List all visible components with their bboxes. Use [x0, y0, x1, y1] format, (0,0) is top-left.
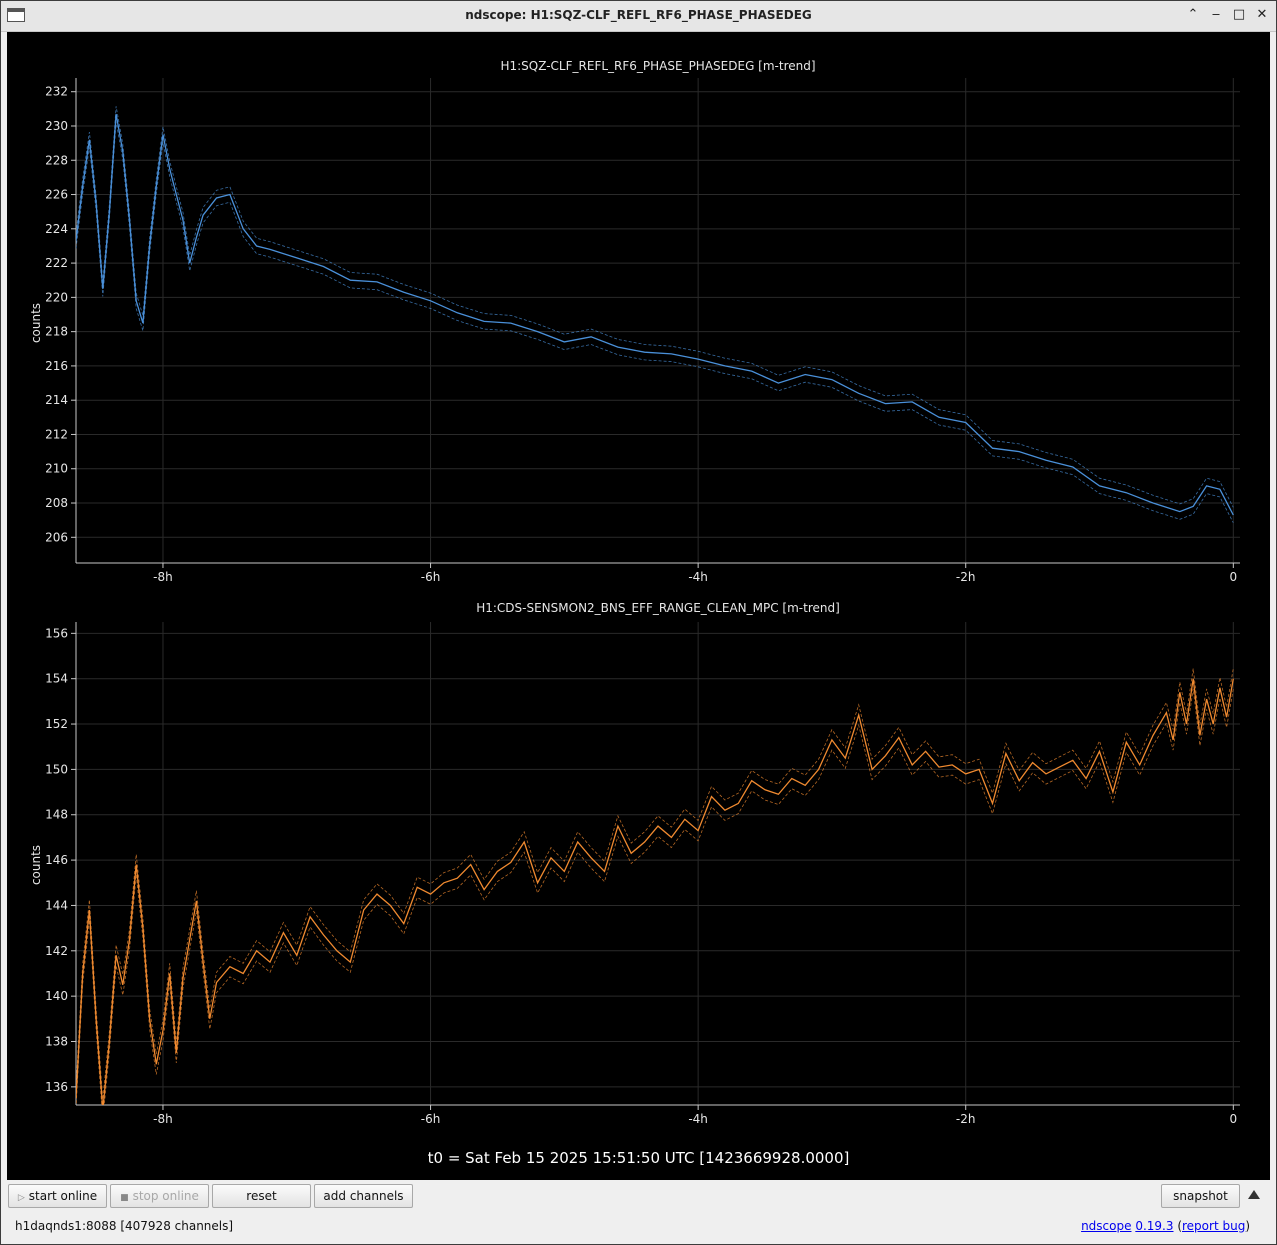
y-tick-label: 146 [45, 853, 68, 867]
x-tick-label: -2h [956, 1112, 976, 1126]
y-tick-label: 214 [45, 393, 68, 407]
series-max-envelope [76, 106, 1234, 508]
x-tick-label: -8h [153, 1112, 173, 1126]
ndscope-window: ndscope: H1:SQZ-CLF_REFL_RF6_PHASE_PHASE… [0, 0, 1277, 1245]
version-info: ndscope 0.19.3 (report bug) [1081, 1219, 1250, 1233]
snapshot-button[interactable]: snapshot [1161, 1184, 1240, 1208]
y-tick-label: 206 [45, 530, 68, 544]
collapse-panel-icon[interactable] [1248, 1190, 1260, 1199]
y-tick-label: 136 [45, 1080, 68, 1094]
series-min-envelope [76, 121, 1234, 523]
y-tick-label: 208 [45, 496, 68, 510]
status-bar: h1daqnds1:8088 [407928 channels] ndscope… [1, 1215, 1276, 1243]
x-tick-label: 0 [1229, 570, 1237, 584]
y-tick-label: 218 [45, 325, 68, 339]
y-tick-label: 138 [45, 1035, 68, 1049]
server-status: h1daqnds1:8088 [407928 channels] [15, 1219, 234, 1233]
x-tick-label: 0 [1229, 1112, 1237, 1126]
y-tick-label: 150 [45, 762, 68, 776]
y-axis-label: counts [29, 845, 43, 885]
y-tick-label: 210 [45, 462, 68, 476]
y-tick-label: 156 [45, 626, 68, 640]
y-tick-label: 142 [45, 944, 68, 958]
stop-online-label: stop online [132, 1189, 199, 1203]
series-max-envelope [76, 668, 1234, 1100]
start-online-button[interactable]: ▷ start online [8, 1184, 107, 1208]
y-tick-label: 220 [45, 290, 68, 304]
t0-label: t0 = Sat Feb 15 2025 15:51:50 UTC [14236… [427, 1149, 850, 1167]
plot-bns-range[interactable]: H1:CDS-SENSMON2_BNS_EFF_RANGE_CLEAN_MPC … [29, 601, 1240, 1126]
bottom-toolbar: ▷ start online ■ stop online reset add cha… [1, 1181, 1276, 1215]
stop-online-button[interactable]: ■ stop online [110, 1184, 209, 1208]
plot-sqz-clf-phase[interactable]: H1:SQZ-CLF_REFL_RF6_PHASE_PHASEDEG [m-tr… [29, 59, 1240, 584]
report-bug-link[interactable]: report bug [1182, 1219, 1245, 1233]
y-tick-label: 154 [45, 672, 68, 686]
y-tick-label: 148 [45, 808, 68, 822]
play-icon: ▷ [17, 1193, 25, 1203]
x-tick-label: -6h [421, 1112, 441, 1126]
close-icon[interactable]: ✕ [1253, 6, 1271, 24]
x-tick-label: -6h [421, 570, 441, 584]
y-axis-label: counts [29, 303, 43, 343]
maximize-icon[interactable]: □ [1230, 6, 1248, 24]
add-channels-button[interactable]: add channels [314, 1184, 413, 1208]
y-tick-label: 226 [45, 188, 68, 202]
reset-button[interactable]: reset [212, 1184, 311, 1208]
plot-area: H1:SQZ-CLF_REFL_RF6_PHASE_PHASEDEG [m-tr… [7, 32, 1270, 1180]
restore-up-icon[interactable]: ⌃ [1184, 6, 1202, 24]
x-tick-label: -2h [956, 570, 976, 584]
y-tick-label: 212 [45, 427, 68, 441]
ndscope-link[interactable]: ndscope [1081, 1219, 1131, 1233]
window-title: ndscope: H1:SQZ-CLF_REFL_RF6_PHASE_PHASE… [465, 8, 812, 22]
y-tick-label: 230 [45, 119, 68, 133]
y-tick-label: 152 [45, 717, 68, 731]
minimize-icon[interactable]: ‒ [1207, 6, 1225, 24]
series-mean-line [76, 113, 1234, 516]
plots-canvas[interactable]: H1:SQZ-CLF_REFL_RF6_PHASE_PHASEDEG [m-tr… [7, 32, 1270, 1180]
version-link[interactable]: 0.19.3 [1135, 1219, 1173, 1233]
series-mean-line [76, 678, 1234, 1105]
plot-title: H1:CDS-SENSMON2_BNS_EFF_RANGE_CLEAN_MPC … [476, 601, 840, 615]
stop-icon: ■ [120, 1193, 129, 1203]
y-tick-label: 144 [45, 898, 68, 912]
title-bar: ndscope: H1:SQZ-CLF_REFL_RF6_PHASE_PHASE… [1, 1, 1276, 32]
y-tick-label: 228 [45, 153, 68, 167]
y-tick-label: 232 [45, 85, 68, 99]
y-tick-label: 140 [45, 989, 68, 1003]
y-tick-label: 222 [45, 256, 68, 270]
x-tick-label: -8h [153, 570, 173, 584]
x-tick-label: -4h [688, 1112, 708, 1126]
y-tick-label: 216 [45, 359, 68, 373]
x-tick-label: -4h [688, 570, 708, 584]
plot-title: H1:SQZ-CLF_REFL_RF6_PHASE_PHASEDEG [m-tr… [500, 59, 815, 73]
y-tick-label: 224 [45, 222, 68, 236]
start-online-label: start online [28, 1189, 98, 1203]
series-min-envelope [76, 688, 1234, 1105]
